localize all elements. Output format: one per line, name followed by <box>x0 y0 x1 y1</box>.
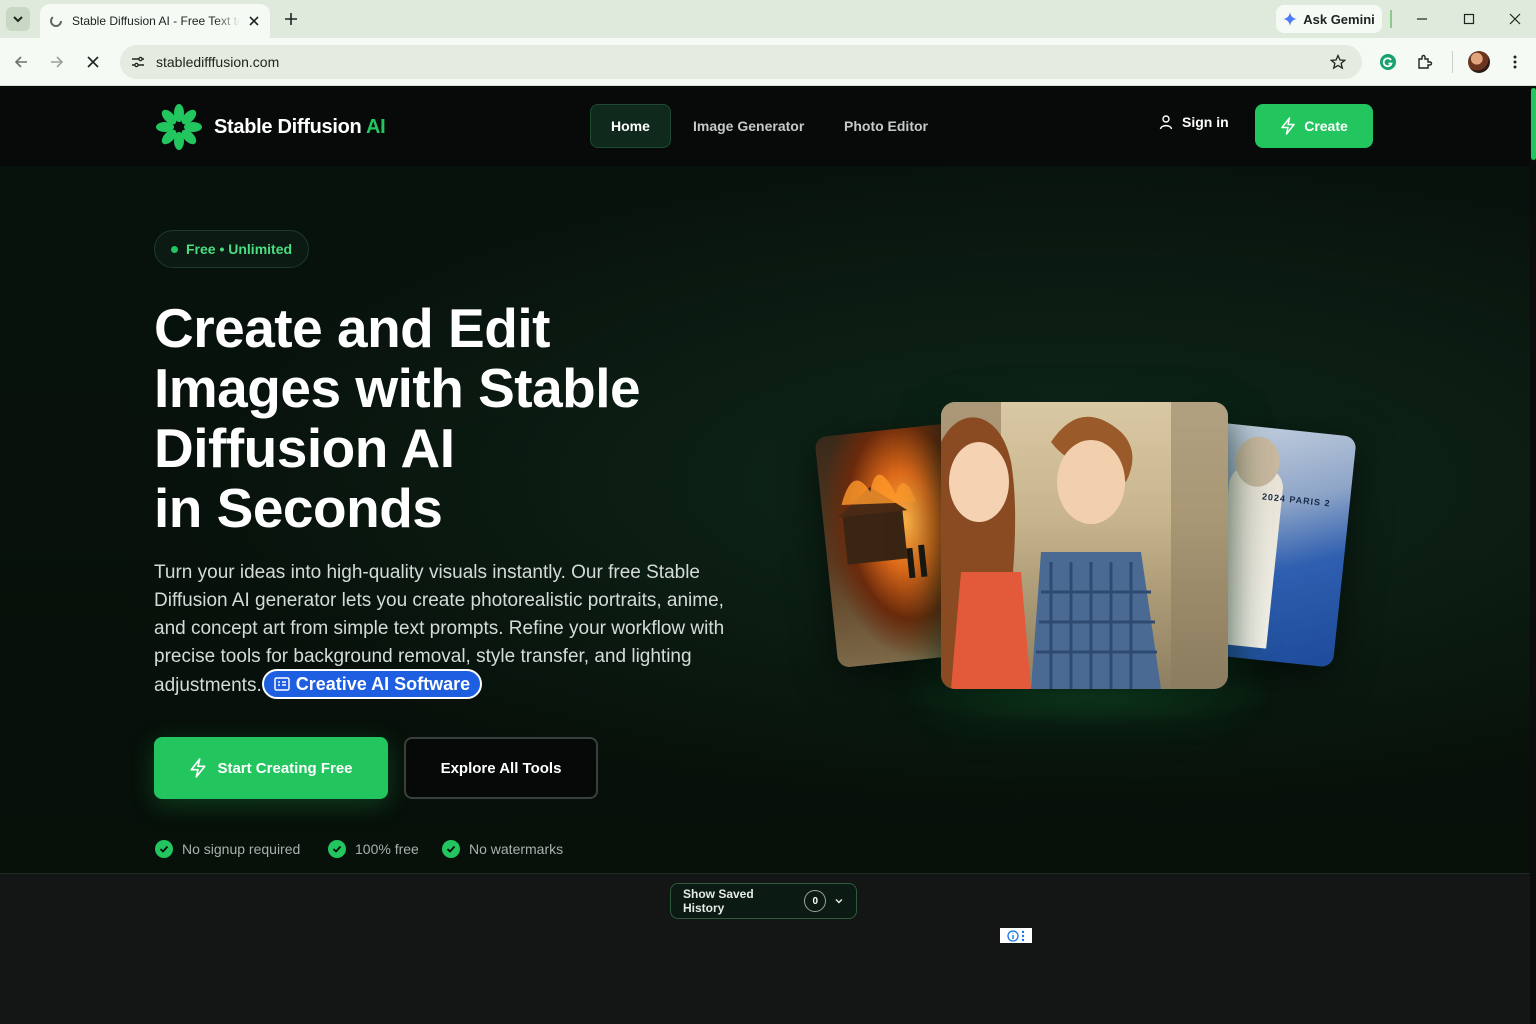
sign-in-label: Sign in <box>1182 114 1229 130</box>
bookmark-star-icon[interactable] <box>1328 52 1348 72</box>
ask-gemini-button[interactable]: Ask Gemini <box>1276 5 1382 33</box>
browser-tab[interactable]: Stable Diffusion AI - Free Text to Image <box>40 4 270 38</box>
browser-tab-bar: Stable Diffusion AI - Free Text to Image… <box>0 0 1536 38</box>
adchoices-icon[interactable] <box>1000 928 1032 943</box>
forward-arrow-icon[interactable] <box>45 50 69 74</box>
show-saved-history-button[interactable]: Show Saved History 0 <box>670 883 857 919</box>
create-button[interactable]: Create <box>1255 104 1373 148</box>
grammarly-extension-icon[interactable] <box>1376 50 1400 74</box>
browser-toolbar: stabledifffusion.com <box>0 38 1536 86</box>
ad-chip-label: Creative AI Software <box>295 674 471 694</box>
check-circle-icon <box>328 840 346 858</box>
check-circle-icon <box>442 840 460 858</box>
feature-item: No signup required <box>155 840 300 858</box>
site-header: Stable Diffusion AI Home Image Generator… <box>0 86 1530 166</box>
web-page: Stable Diffusion AI Home Image Generator… <box>0 86 1536 1024</box>
lightning-icon <box>190 758 206 778</box>
bottom-section: Show Saved History 0 <box>0 873 1530 1024</box>
maximize-icon[interactable] <box>1457 7 1481 31</box>
scrollbar-thumb[interactable] <box>1531 88 1536 160</box>
hero-description: Turn your ideas into high-quality visual… <box>154 559 754 701</box>
tab-title: Stable Diffusion AI - Free Text to Image <box>72 14 240 28</box>
badge-label: Free • Unlimited <box>186 241 293 257</box>
feature-label: 100% free <box>355 841 419 857</box>
loading-favicon-icon <box>48 13 64 29</box>
new-tab-plus-icon[interactable] <box>281 9 301 29</box>
profile-avatar[interactable] <box>1468 51 1490 73</box>
site-logo-text: Stable Diffusion AI <box>214 115 386 138</box>
tab-search-button[interactable] <box>6 7 30 31</box>
chevron-down-icon <box>13 16 23 23</box>
feature-item: No watermarks <box>442 840 563 858</box>
site-settings-icon[interactable] <box>128 52 148 72</box>
hero-title-line: Images with Stable <box>154 357 641 419</box>
history-count-badge: 0 <box>804 890 827 912</box>
site-logo[interactable]: Stable Diffusion AI <box>154 102 386 152</box>
explore-all-tools-button[interactable]: Explore All Tools <box>404 737 598 799</box>
ask-gemini-label: Ask Gemini <box>1303 11 1375 27</box>
minimize-icon[interactable] <box>1410 7 1434 31</box>
nav-image-generator[interactable]: Image Generator <box>673 104 824 148</box>
lightning-icon <box>1281 117 1295 135</box>
feature-item: 100% free <box>328 840 419 858</box>
feature-label: No watermarks <box>469 841 564 857</box>
hero-title: Create and Edit Images with Stable Diffu… <box>154 298 774 538</box>
window-close-icon[interactable] <box>1503 7 1527 31</box>
start-creating-label: Start Creating Free <box>217 759 353 777</box>
nav-photo-editor[interactable]: Photo Editor <box>824 104 948 148</box>
extensions-puzzle-icon[interactable] <box>1413 50 1437 74</box>
create-label: Create <box>1304 118 1348 134</box>
url-text: stabledifffusion.com <box>156 54 280 70</box>
chevron-down-icon <box>835 899 843 904</box>
hero-title-line: Create and Edit <box>154 297 550 359</box>
explore-tools-label: Explore All Tools <box>440 759 562 777</box>
free-unlimited-badge: Free • Unlimited <box>154 230 310 268</box>
tab-close-icon[interactable] <box>246 13 262 29</box>
sign-in-link[interactable]: Sign in <box>1158 114 1229 130</box>
ad-card-icon <box>273 677 290 691</box>
divider <box>1452 51 1453 73</box>
gemini-sparkle-icon <box>1283 12 1298 26</box>
history-label: Show Saved History <box>683 887 754 915</box>
user-icon <box>1159 115 1173 130</box>
creative-ai-software-ad-link[interactable]: Creative AI Software <box>261 669 483 699</box>
hero-title-line: Diffusion AI <box>154 417 455 479</box>
anime-couple-image <box>941 402 1228 689</box>
more-menu-icon[interactable] <box>1503 50 1527 74</box>
hero-title-line: in Seconds <box>154 477 443 539</box>
address-bar[interactable]: stabledifffusion.com <box>120 45 1362 79</box>
start-creating-free-button[interactable]: Start Creating Free <box>154 737 388 799</box>
nav-home[interactable]: Home <box>590 104 671 148</box>
check-circle-icon <box>155 840 173 858</box>
back-arrow-icon[interactable] <box>9 50 33 74</box>
status-dot <box>171 245 178 253</box>
stop-loading-icon[interactable] <box>81 50 105 74</box>
divider <box>1390 10 1392 28</box>
flower-logo-icon <box>156 104 202 150</box>
feature-label: No signup required <box>182 841 301 857</box>
